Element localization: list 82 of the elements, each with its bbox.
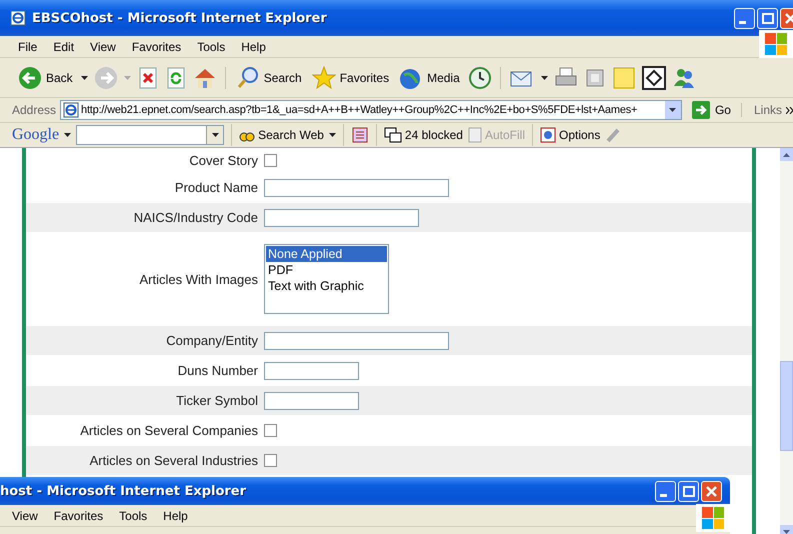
menu-item[interactable]: Tools: [111, 508, 156, 522]
close-icon: [785, 12, 793, 24]
minimize-button[interactable]: [734, 8, 755, 28]
text-field[interactable]: [264, 178, 449, 196]
options-button[interactable]: Options: [540, 127, 600, 143]
dropdown-caret-icon[interactable]: [328, 133, 336, 137]
window-title: EBSCOhost - Microsoft Internet Explorer: [32, 10, 328, 26]
dropdown-caret-icon[interactable]: [80, 76, 88, 80]
address-field[interactable]: http://web21.epnet.com/search.asp?tb=1&_ua=sd+A++B++Watley++Group%2C++Inc%2E+bo+S%5FDE+lst+Aames+: [60, 100, 682, 120]
windows-logo-icon: [759, 30, 793, 58]
listbox[interactable]: None Applied PDF Text with Graphic: [264, 244, 389, 314]
menu-item[interactable]: Tools: [189, 40, 234, 54]
vertical-scrollbar[interactable]: [780, 148, 793, 534]
list-option[interactable]: None Applied: [266, 246, 387, 262]
menu-item[interactable]: File: [10, 40, 46, 54]
scrollbar-thumb[interactable]: [780, 361, 793, 451]
background-window[interactable]: host - Microsoft Internet Explorer View Favorites Tools Help: [0, 477, 730, 534]
address-label: Address: [12, 103, 56, 117]
form-icon: [468, 127, 482, 143]
menu-item[interactable]: Edit: [45, 40, 82, 54]
maximize-button[interactable]: [757, 8, 778, 28]
text-field[interactable]: [264, 362, 359, 380]
browser-icon: [63, 102, 80, 118]
window-title: host - Microsoft Internet Explorer: [0, 484, 248, 498]
field-label: NAICS/Industry Code: [132, 210, 258, 225]
menu-item[interactable]: Help: [155, 508, 196, 522]
field-label: Articles With Images: [138, 272, 258, 286]
menu-item[interactable]: Favorites: [46, 508, 112, 522]
google-logo[interactable]: Google: [12, 126, 60, 144]
minimize-icon: [660, 494, 667, 496]
links-button[interactable]: Links: [740, 103, 782, 117]
list-option[interactable]: PDF: [266, 262, 387, 278]
text-field[interactable]: [264, 392, 359, 410]
go-button[interactable]: Go: [686, 101, 737, 119]
text-field[interactable]: [264, 332, 449, 350]
news-icon[interactable]: [350, 126, 369, 144]
dropdown-caret-icon[interactable]: [64, 133, 72, 137]
minimize-icon: [739, 20, 746, 24]
dropdown-caret-icon[interactable]: [540, 76, 548, 80]
menu-item[interactable]: Help: [233, 40, 274, 54]
menu-item[interactable]: Favorites: [124, 40, 190, 54]
history-clock-icon[interactable]: [468, 66, 492, 90]
list-option[interactable]: Text with Graphic: [266, 278, 387, 294]
dropdown-caret-icon: [212, 133, 219, 137]
checkbox[interactable]: [264, 454, 277, 467]
favorites-button[interactable]: Favorites: [310, 66, 392, 90]
checkbox[interactable]: [264, 154, 277, 166]
search-icon: [236, 66, 260, 90]
field-label: Cover Story: [188, 152, 258, 168]
field-label: Articles on Several Industries: [88, 453, 258, 468]
maximize-icon: [762, 12, 774, 24]
maximize-button[interactable]: [678, 480, 699, 502]
field-label: Duns Number: [176, 363, 258, 378]
popup-blocker-button[interactable]: 24 blocked: [384, 127, 463, 143]
stop-icon[interactable]: [136, 66, 159, 90]
field-label: Company/Entity: [165, 333, 258, 348]
close-button[interactable]: [701, 480, 722, 502]
chevron-icon[interactable]: [786, 106, 793, 114]
maximize-icon: [682, 486, 694, 496]
checkbox[interactable]: [264, 424, 277, 437]
scroll-down-arrow-icon[interactable]: [783, 530, 790, 534]
field-label: Ticker Symbol: [175, 393, 258, 408]
browser-icon: [10, 10, 26, 26]
star-icon: [312, 66, 336, 90]
menu-item[interactable]: View: [82, 40, 124, 54]
windows-icon: [384, 127, 402, 143]
search-button[interactable]: Search: [234, 66, 304, 90]
field-label: Product Name: [174, 180, 258, 195]
field-label: Articles on Several Companies: [79, 423, 258, 438]
media-button[interactable]: Media: [397, 66, 462, 90]
text-field[interactable]: [264, 208, 419, 226]
close-icon: [706, 486, 717, 496]
search-web-button[interactable]: Search Web: [239, 127, 324, 143]
minimize-button[interactable]: [655, 480, 676, 502]
diamond-window-icon[interactable]: [642, 66, 666, 90]
scroll-up-arrow-icon[interactable]: [783, 152, 790, 156]
options-icon: [540, 127, 556, 143]
menu-item[interactable]: View: [4, 508, 46, 522]
dropdown-caret-icon: [669, 108, 676, 112]
back-button[interactable]: Back: [16, 66, 75, 90]
google-search-field[interactable]: [76, 125, 224, 145]
refresh-icon[interactable]: [164, 66, 187, 90]
